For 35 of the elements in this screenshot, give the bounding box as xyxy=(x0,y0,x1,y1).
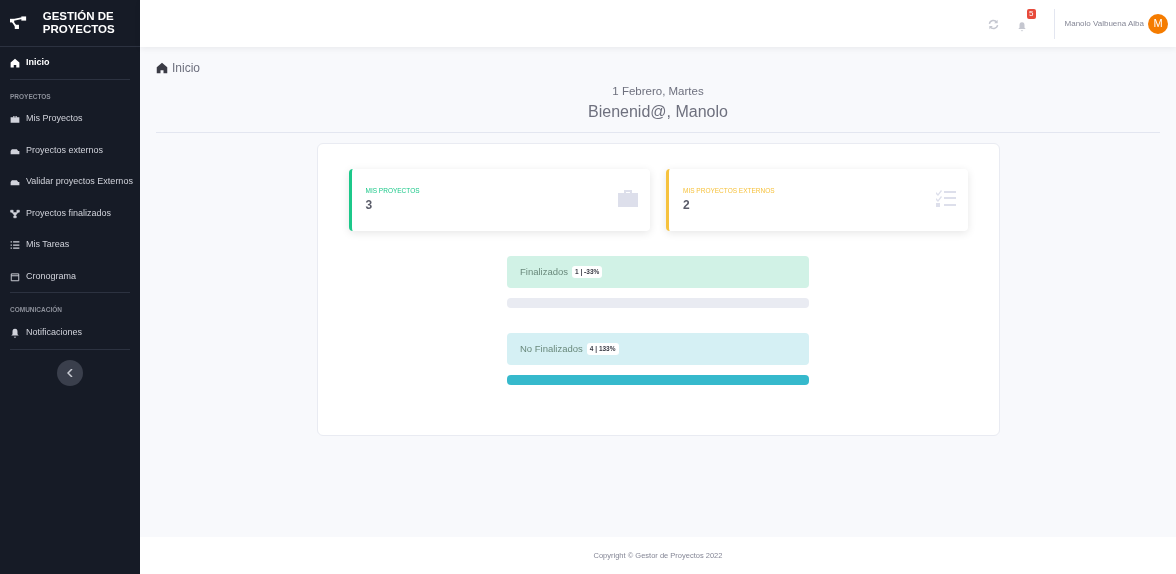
briefcase-icon xyxy=(618,189,638,208)
breadcrumb-text: Inicio xyxy=(172,60,200,77)
network-icon xyxy=(10,208,20,219)
date-text: 1 Febrero, Martes xyxy=(611,84,705,99)
welcome-heading: Bienenid@, Manolo xyxy=(588,102,728,123)
briefcase-icon xyxy=(10,114,20,124)
avatar: M xyxy=(1148,13,1168,34)
sidebar-item[interactable]: Proyectos externos xyxy=(0,134,140,167)
user-name: Manolo Valbuena Alba xyxy=(1064,17,1144,30)
sidebar-item[interactable]: Mis Proyectos xyxy=(0,103,140,135)
checklist-icon xyxy=(935,189,956,208)
user-menu[interactable]: Manolo Valbuena Alba M xyxy=(1064,13,1168,34)
sidebar-item[interactable]: Cronograma xyxy=(0,260,140,293)
stat-value: 2 xyxy=(683,197,691,214)
sidebar-item[interactable]: Mis Tareas xyxy=(0,229,140,261)
chevron-left-icon xyxy=(67,368,73,377)
notifications-button[interactable]: 5 xyxy=(1014,7,1036,40)
refresh-icon xyxy=(987,18,999,30)
home-icon xyxy=(10,57,20,68)
bell-icon xyxy=(1016,20,1027,32)
sidebar-item[interactable]: Validar proyectos Externos xyxy=(0,166,140,198)
list-icon xyxy=(10,240,20,250)
status-label: Finalizados xyxy=(520,265,569,280)
sidebar-item[interactable]: Inicio xyxy=(0,47,140,79)
home-icon xyxy=(156,62,168,74)
bell-icon xyxy=(10,327,20,338)
sidebar-item[interactable]: Notificaciones xyxy=(0,317,140,349)
app-title: GESTIÓN DE PROYECTOS xyxy=(42,9,116,37)
notification-badge: 5 xyxy=(1027,8,1036,19)
collapse-sidebar-button[interactable] xyxy=(57,359,83,386)
sidebar-item[interactable]: Proyectos finalizados xyxy=(0,197,140,230)
car-icon xyxy=(10,177,20,187)
status-label: No Finalizados xyxy=(520,342,583,357)
calendar-icon xyxy=(10,271,20,282)
stat-value: 3 xyxy=(365,197,374,214)
